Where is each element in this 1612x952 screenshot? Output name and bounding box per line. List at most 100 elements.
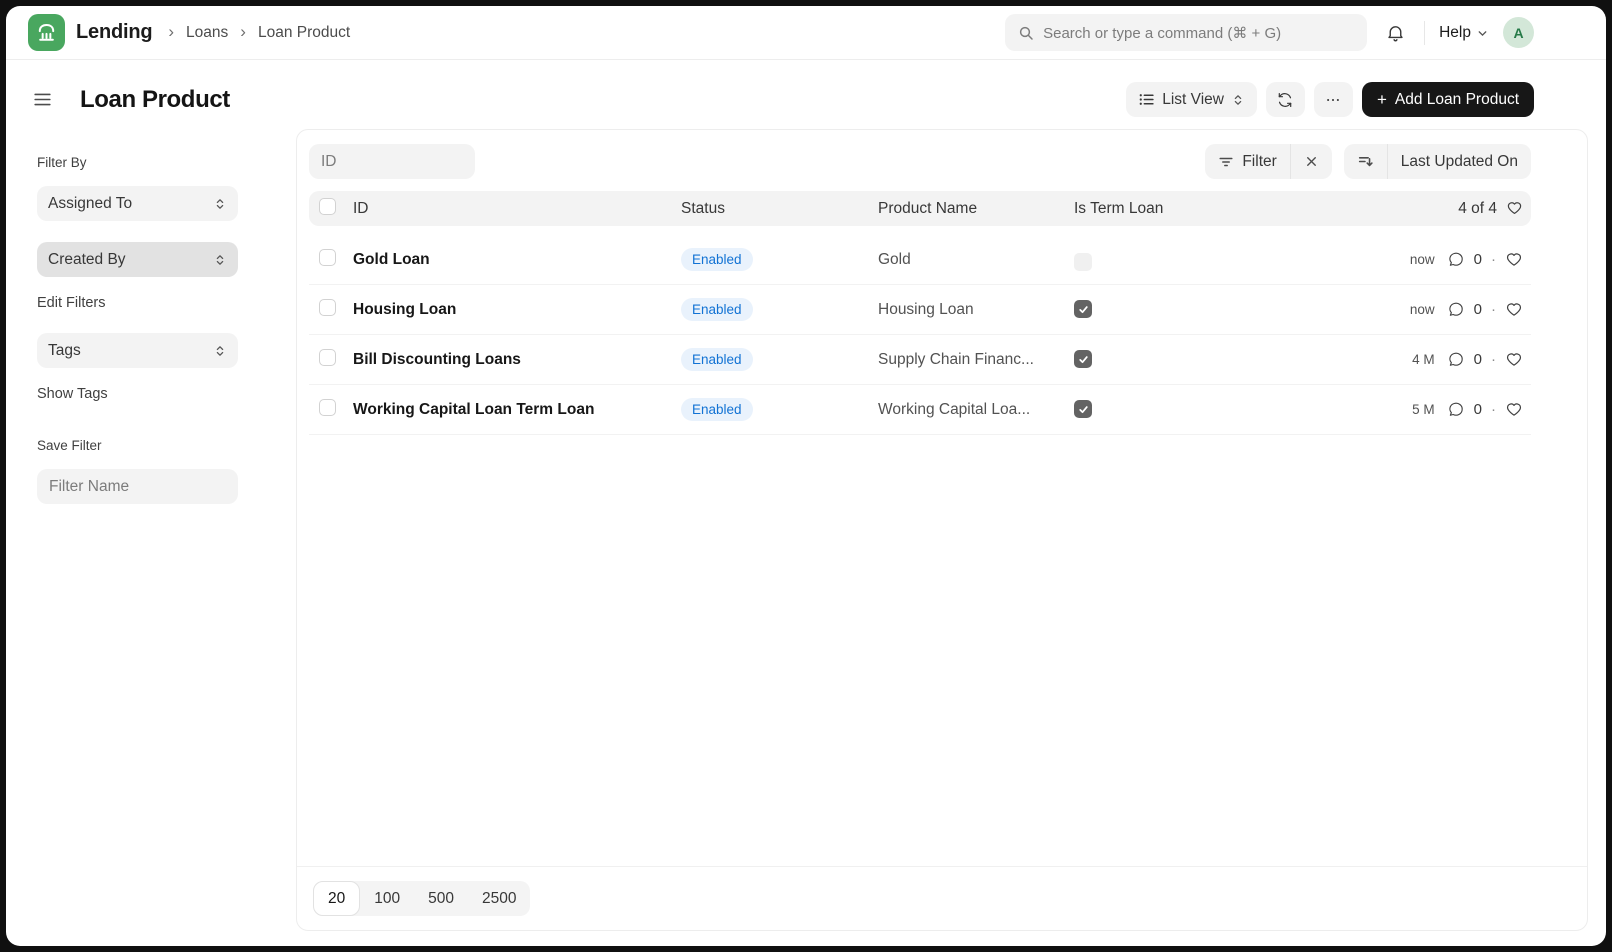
filter-name-input[interactable] xyxy=(37,469,238,504)
assigned-to-select[interactable]: Assigned To xyxy=(37,186,238,221)
last-updated: 5 M xyxy=(1412,402,1435,417)
help-menu-button[interactable]: Help xyxy=(1439,24,1489,42)
term-loan-checkbox xyxy=(1074,300,1092,318)
page-size-option-2500[interactable]: 2500 xyxy=(468,881,530,916)
select-all-checkbox[interactable] xyxy=(319,198,336,215)
search-placeholder: Search or type a command (⌘ + G) xyxy=(1043,24,1281,42)
status-badge: Enabled xyxy=(681,348,753,371)
row-product-name: Gold xyxy=(878,251,1074,269)
table-row[interactable]: Gold Loan Enabled Gold now xyxy=(309,235,1531,285)
check-icon xyxy=(1078,304,1089,315)
table-header: ID Status Product Name Is Term Loan 4 of… xyxy=(309,191,1531,226)
clear-filter-button[interactable] xyxy=(1290,144,1332,179)
avatar-initial: A xyxy=(1513,25,1523,41)
row-count: 4 of 4 xyxy=(1458,200,1497,218)
hamburger-icon xyxy=(32,89,53,110)
row-id[interactable]: Gold Loan xyxy=(353,251,681,269)
row-id[interactable]: Housing Loan xyxy=(353,301,681,319)
dot-separator: · xyxy=(1491,251,1496,268)
global-search-input[interactable]: Search or type a command (⌘ + G) xyxy=(1005,14,1367,51)
row-checkbox[interactable] xyxy=(319,349,336,366)
filter-sidebar: Filter By Assigned To Created By Edit Fi… xyxy=(6,129,296,941)
page-size-option-500[interactable]: 500 xyxy=(414,881,468,916)
heart-icon[interactable] xyxy=(1506,200,1523,217)
row-checkbox[interactable] xyxy=(319,399,336,416)
last-updated: now xyxy=(1410,302,1435,317)
navbar-left: Lending › Loans › Loan Product xyxy=(28,14,350,51)
last-updated: 4 M xyxy=(1412,352,1435,367)
table-row[interactable]: Working Capital Loan Term Loan Enabled W… xyxy=(309,385,1531,435)
chevron-updown-icon xyxy=(213,253,227,267)
chevron-updown-icon xyxy=(1231,93,1245,107)
filter-by-label: Filter By xyxy=(37,155,296,170)
table-row[interactable]: Bill Discounting Loans Enabled Supply Ch… xyxy=(309,335,1531,385)
page-size-option-20[interactable]: 20 xyxy=(313,881,360,916)
more-options-button[interactable] xyxy=(1314,82,1353,117)
column-product-name[interactable]: Product Name xyxy=(878,200,1074,218)
dot-separator: · xyxy=(1491,351,1496,368)
term-loan-checkbox xyxy=(1074,350,1092,368)
refresh-button[interactable] xyxy=(1266,82,1305,117)
heart-icon[interactable] xyxy=(1505,401,1523,419)
breadcrumb-loans[interactable]: Loans xyxy=(186,24,228,42)
add-loan-product-button[interactable]: + Add Loan Product xyxy=(1362,82,1534,117)
comment-icon[interactable] xyxy=(1447,351,1465,369)
row-id[interactable]: Working Capital Loan Term Loan xyxy=(353,401,681,419)
page-size-option-100[interactable]: 100 xyxy=(360,881,414,916)
dot-separator: · xyxy=(1491,401,1496,418)
status-badge: Enabled xyxy=(681,398,753,421)
app-name[interactable]: Lending xyxy=(76,21,152,44)
breadcrumb-loan-product[interactable]: Loan Product xyxy=(258,24,350,42)
column-is-term-loan[interactable]: Is Term Loan xyxy=(1074,200,1381,218)
chevron-right-icon: › xyxy=(240,23,246,42)
page-size-selector: 201005002500 xyxy=(313,881,530,916)
sort-descending-icon xyxy=(1357,153,1374,170)
user-avatar[interactable]: A xyxy=(1503,17,1534,48)
refresh-icon xyxy=(1276,91,1294,109)
created-by-label: Created By xyxy=(48,251,126,269)
comment-icon[interactable] xyxy=(1447,301,1465,319)
app-logo[interactable] xyxy=(28,14,65,51)
heart-icon[interactable] xyxy=(1505,351,1523,369)
assigned-to-label: Assigned To xyxy=(48,195,132,213)
id-filter-input[interactable] xyxy=(309,144,475,179)
table-row[interactable]: Housing Loan Enabled Housing Loan now xyxy=(309,285,1531,335)
filter-label: Filter xyxy=(1242,153,1276,171)
column-id[interactable]: ID xyxy=(353,200,681,218)
chevron-down-icon xyxy=(1476,25,1489,40)
app-window: Lending › Loans › Loan Product Search or… xyxy=(6,6,1606,946)
sidebar-toggle-button[interactable] xyxy=(30,87,55,112)
comment-icon[interactable] xyxy=(1447,251,1465,269)
comment-count: 0 xyxy=(1474,351,1482,368)
navbar: Lending › Loans › Loan Product Search or… xyxy=(6,6,1606,60)
view-switcher-button[interactable]: List View xyxy=(1126,82,1257,117)
row-id[interactable]: Bill Discounting Loans xyxy=(353,351,681,369)
content: Filter By Assigned To Created By Edit Fi… xyxy=(6,129,1606,941)
show-tags-link[interactable]: Show Tags xyxy=(37,386,108,402)
search-icon xyxy=(1018,25,1034,41)
last-updated: now xyxy=(1410,252,1435,267)
filter-group: Filter xyxy=(1205,144,1331,179)
heart-icon[interactable] xyxy=(1505,251,1523,269)
dot-separator: · xyxy=(1491,301,1496,318)
tags-select[interactable]: Tags xyxy=(37,333,238,368)
notifications-button[interactable] xyxy=(1381,18,1410,47)
chevron-right-icon: › xyxy=(168,23,174,42)
created-by-select[interactable]: Created By xyxy=(37,242,238,277)
row-checkbox[interactable] xyxy=(319,299,336,316)
row-product-name: Working Capital Loa... xyxy=(878,401,1074,419)
edit-filters-link[interactable]: Edit Filters xyxy=(37,295,106,311)
term-loan-checkbox xyxy=(1074,253,1092,271)
heart-icon[interactable] xyxy=(1505,301,1523,319)
sort-group: Last Updated On xyxy=(1344,144,1531,179)
comment-icon[interactable] xyxy=(1447,401,1465,419)
sort-direction-button[interactable] xyxy=(1344,144,1387,179)
list-toolbar: Filter xyxy=(297,130,1587,191)
ellipsis-icon xyxy=(1324,91,1342,109)
sort-field-button[interactable]: Last Updated On xyxy=(1387,144,1531,179)
filter-button[interactable]: Filter xyxy=(1205,144,1289,179)
column-status[interactable]: Status xyxy=(681,200,878,218)
breadcrumb: › Loans › Loan Product xyxy=(168,23,350,42)
bell-icon xyxy=(1385,22,1406,43)
row-checkbox[interactable] xyxy=(319,249,336,266)
